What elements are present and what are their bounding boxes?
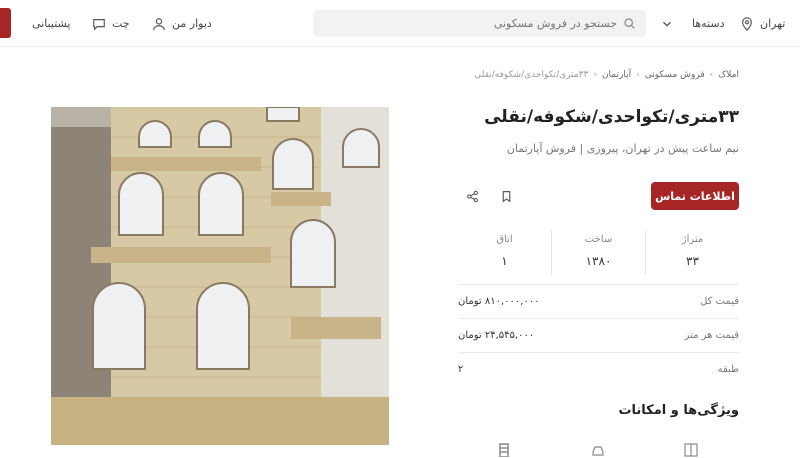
listing-photo[interactable] — [51, 107, 389, 445]
breadcrumb-item-current: ۳۳متری/تکواحدی/شکوفه/نقلی — [474, 70, 589, 80]
detail-row-floor: طبقه ۲ — [458, 352, 739, 385]
breadcrumb-item[interactable]: املاک — [718, 70, 739, 80]
support-link[interactable]: پشتیبانی — [32, 0, 70, 47]
breadcrumb-item[interactable]: آپارتمان — [602, 70, 631, 80]
share-button[interactable] — [462, 186, 482, 206]
stat-label: متراژ — [681, 234, 704, 245]
listing-title: ۳۳متری/تکواحدی/شکوفه/نقلی — [484, 107, 739, 127]
detail-row-total-price: قیمت کل ۸۱۰,۰۰۰,۰۰۰ تومان — [458, 284, 739, 317]
stat-area: متراژ ۳۳ — [646, 230, 739, 275]
breadcrumb-separator: › — [593, 70, 597, 80]
breadcrumb-item[interactable]: فروش مسکونی — [645, 70, 705, 80]
detail-label: قیمت کل — [700, 295, 739, 307]
stat-rooms: اتاق ۱ — [458, 230, 552, 275]
search-input[interactable] — [327, 17, 617, 30]
search-icon — [624, 18, 635, 29]
share-icon — [466, 190, 478, 202]
chevron-down-icon — [663, 21, 671, 27]
post-ad-button[interactable] — [0, 8, 11, 38]
search-bar[interactable] — [313, 10, 646, 37]
features-heading: ویژگی‌ها و امکانات — [618, 403, 739, 418]
top-header: پشتیبانی چت دیوار من دسته‌ها تهران — [0, 0, 800, 47]
user-icon — [153, 17, 165, 30]
stat-value: ۳۳ — [686, 254, 699, 268]
location-selector[interactable]: تهران — [740, 0, 785, 47]
listing-subtitle: نیم ساعت پیش در تهران، پیروزی | فروش آپا… — [506, 142, 739, 155]
chat-link[interactable]: چت — [92, 0, 130, 47]
stat-label: اتاق — [496, 234, 513, 245]
detail-label: طبقه — [717, 363, 739, 375]
stat-value: ۱۳۸۰ — [585, 254, 612, 268]
building-photo-illustration — [51, 107, 389, 445]
parking-car-icon — [592, 446, 604, 456]
detail-value: ۲ — [458, 363, 464, 375]
detail-label: قیمت هر متر — [684, 329, 739, 341]
detail-row-price-per-meter: قیمت هر متر ۲۴,۵۴۵,۰۰۰ تومان — [458, 318, 739, 351]
support-label: پشتیبانی — [32, 17, 71, 30]
my-divar-label: دیوار من — [172, 17, 212, 30]
key-stats: متراژ ۳۳ ساخت ۱۳۸۰ اتاق ۱ — [458, 230, 739, 275]
stat-label: ساخت — [584, 234, 613, 245]
categories-dropdown[interactable]: دسته‌ها — [660, 0, 724, 47]
chat-icon — [93, 18, 105, 31]
breadcrumb-separator: › — [636, 70, 640, 80]
categories-label: دسته‌ها — [692, 17, 725, 30]
breadcrumb: املاک › فروش مسکونی › آپارتمان › ۳۳متری/… — [474, 70, 739, 80]
stat-build-year: ساخت ۱۳۸۰ — [552, 230, 646, 275]
detail-value: ۸۱۰,۰۰۰,۰۰۰ تومان — [458, 295, 540, 307]
my-divar-link[interactable]: دیوار من — [152, 0, 212, 47]
breadcrumb-separator: › — [709, 70, 714, 80]
bookmark-button[interactable] — [496, 186, 516, 206]
stat-value: ۱ — [501, 254, 508, 268]
location-label: تهران — [760, 17, 786, 30]
chat-label: چت — [112, 17, 130, 30]
location-pin-icon — [742, 16, 752, 31]
floor-plan-icon — [684, 443, 698, 457]
contact-info-button[interactable]: اطلاعات تماس — [651, 182, 739, 210]
detail-value: ۲۴,۵۴۵,۰۰۰ تومان — [458, 329, 535, 341]
storage-icon — [499, 443, 509, 457]
bookmark-icon — [502, 190, 510, 203]
